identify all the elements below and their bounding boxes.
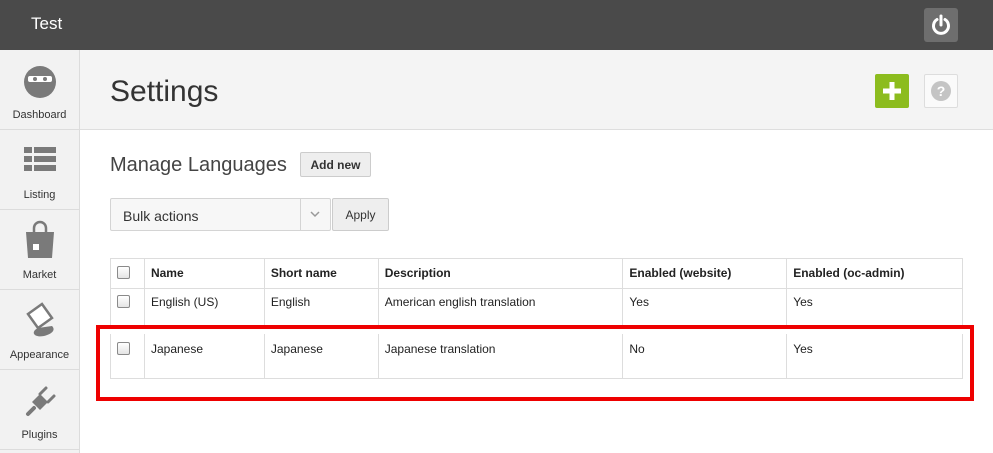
sidebar-item-label: Dashboard (12, 109, 67, 121)
sidebar-item-label: Appearance (9, 349, 70, 361)
page-header: Settings ? (80, 50, 993, 130)
column-header: Enabled (oc-admin) (786, 258, 963, 289)
table-cell: No (622, 327, 788, 379)
sidebar: Dashboard Listing Market Appearance Plug… (0, 50, 80, 453)
listing-icon (24, 147, 56, 171)
add-button[interactable] (875, 74, 909, 108)
table-cell: Yes (786, 288, 963, 331)
power-button[interactable] (924, 8, 958, 42)
table-cell: Yes (622, 288, 788, 331)
svg-text:?: ? (937, 83, 946, 99)
paint-bucket-icon (26, 302, 54, 337)
column-header: Short name (263, 258, 379, 289)
sidebar-item-label: Plugins (21, 429, 58, 441)
site-title[interactable]: Test (31, 14, 62, 34)
column-header: Enabled (website) (622, 258, 788, 289)
sidebar-item-label: Listing (23, 189, 56, 201)
section-title: Manage Languages (110, 154, 287, 176)
plug-icon (26, 386, 56, 416)
row-checkbox-cell (110, 327, 145, 379)
sidebar-item-listing[interactable]: Listing (0, 130, 79, 210)
page-title: Settings (110, 75, 219, 108)
column-header: Description (377, 258, 624, 289)
table-cell: Japanese (143, 327, 265, 379)
help-button[interactable]: ? (924, 74, 958, 108)
table-cell: American english translation (377, 288, 624, 331)
bulk-actions-value: Bulk actions (123, 208, 199, 224)
top-bar: Test (0, 0, 993, 50)
table-cell: Yes (786, 327, 963, 379)
apply-button[interactable]: Apply (332, 198, 389, 231)
market-bag-icon (26, 220, 54, 258)
power-icon (932, 14, 950, 35)
row-checkbox[interactable] (117, 295, 130, 308)
table-row[interactable]: Japanese Japanese Japanese translation N… (110, 327, 963, 379)
row-checkbox[interactable] (117, 342, 130, 355)
question-icon: ? (931, 81, 951, 101)
table-row[interactable]: English (US) English American english tr… (110, 288, 963, 331)
languages-table: Name Short name Description Enabled (web… (110, 258, 963, 379)
sidebar-item-market[interactable]: Market (0, 210, 79, 290)
table-cell: English (263, 288, 379, 331)
table-header-row: Name Short name Description Enabled (web… (110, 258, 963, 289)
add-new-button[interactable]: Add new (300, 152, 371, 177)
column-header: Name (143, 258, 265, 289)
sidebar-item-appearance[interactable]: Appearance (0, 290, 79, 370)
table-cell: Japanese translation (377, 327, 624, 379)
sidebar-item-dashboard[interactable]: Dashboard (0, 50, 79, 130)
bulk-actions-select[interactable]: Bulk actions (110, 198, 331, 231)
dashboard-icon (24, 66, 56, 98)
header-checkbox-cell (110, 258, 145, 289)
row-checkbox-cell (110, 288, 145, 331)
select-all-checkbox[interactable] (117, 266, 130, 279)
table-cell: Japanese (263, 327, 379, 379)
plus-icon (883, 82, 901, 100)
sidebar-item-label: Market (22, 269, 57, 281)
select-divider (300, 199, 301, 230)
sidebar-item-plugins[interactable]: Plugins (0, 370, 79, 450)
chevron-down-icon (310, 211, 320, 218)
table-cell: English (US) (143, 288, 265, 331)
